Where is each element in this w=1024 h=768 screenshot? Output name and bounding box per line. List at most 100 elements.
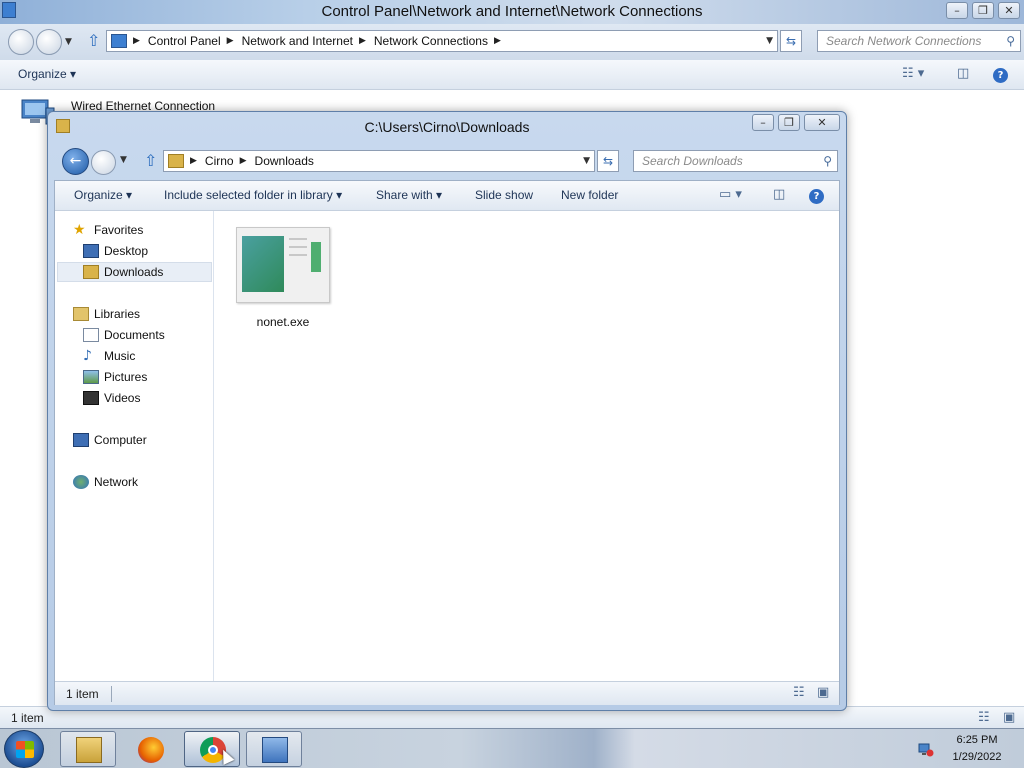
nav-label: Network xyxy=(94,475,139,489)
slide-show-button[interactable]: Slide show xyxy=(475,188,533,202)
nav-music[interactable]: ♪ Music xyxy=(83,346,135,366)
breadcrumb-network-and-internet[interactable]: Network and Internet xyxy=(242,34,353,48)
taskbar-control-panel[interactable] xyxy=(246,731,302,767)
address-row: ▼ ⇧ ▶ Control Panel ▶ Network and Intern… xyxy=(0,24,1024,60)
windows-logo-icon xyxy=(16,741,34,758)
downloads-folder-icon xyxy=(83,265,99,279)
nav-label: Downloads xyxy=(104,265,164,279)
close-button[interactable]: ✕ xyxy=(998,2,1020,19)
nav-documents[interactable]: Documents xyxy=(83,325,165,345)
search-placeholder: Search Downloads xyxy=(642,154,743,168)
network-status-icon[interactable] xyxy=(918,741,934,757)
nav-label: Videos xyxy=(104,391,141,405)
nav-computer[interactable]: Computer xyxy=(73,430,147,450)
videos-icon xyxy=(83,391,99,405)
refresh-icon: ⇆ xyxy=(785,34,797,48)
preview-pane-icon[interactable]: ◫ xyxy=(957,66,969,81)
start-button[interactable] xyxy=(4,730,44,768)
folder-icon xyxy=(168,154,184,168)
libraries-icon xyxy=(73,307,89,321)
breadcrumb-downloads[interactable]: Downloads xyxy=(255,154,314,168)
organize-menu[interactable]: Organize ▾ xyxy=(74,188,132,202)
change-view-icon[interactable]: ▭ ▾ xyxy=(719,187,742,202)
change-view-icon[interactable]: ☷ ▾ xyxy=(902,66,924,81)
recent-pages-dropdown[interactable]: ▼ xyxy=(65,37,72,47)
network-icon xyxy=(73,475,89,489)
explorer-content: Organize ▾ Include selected folder in li… xyxy=(54,180,840,705)
include-in-library-menu[interactable]: Include selected folder in library ▾ xyxy=(164,188,342,202)
breadcrumb-cirno[interactable]: Cirno xyxy=(205,154,234,168)
address-dropdown[interactable]: ▼ xyxy=(766,36,773,46)
taskbar-firefox[interactable] xyxy=(122,731,178,767)
back-arrow-icon: ← xyxy=(69,153,82,169)
nav-label: Favorites xyxy=(94,223,144,237)
share-with-menu[interactable]: Share with ▾ xyxy=(376,188,442,202)
address-dropdown[interactable]: ▼ xyxy=(583,156,590,166)
preview-pane-icon[interactable]: ◫ xyxy=(773,187,785,202)
help-icon[interactable]: ? xyxy=(993,68,1008,83)
maximize-button[interactable]: ❐ xyxy=(972,2,994,19)
taskbar-explorer[interactable] xyxy=(60,731,116,767)
refresh-button[interactable]: ⇆ xyxy=(597,150,619,172)
file-item[interactable]: nonet.exe xyxy=(231,227,335,329)
status-divider xyxy=(111,686,112,702)
address-bar[interactable]: ▶ Cirno ▶ Downloads ▼ xyxy=(163,150,595,172)
nav-favorites[interactable]: ★ Favorites xyxy=(73,220,143,240)
maximize-button[interactable]: ❐ xyxy=(778,114,800,131)
folder-icon xyxy=(76,737,102,763)
back-button[interactable]: ← xyxy=(62,148,89,175)
refresh-icon: ⇆ xyxy=(602,154,614,168)
nav-videos[interactable]: Videos xyxy=(83,388,140,408)
taskbar: 6:25 PM 1/29/2022 xyxy=(0,728,1024,768)
nav-label: Libraries xyxy=(94,307,141,321)
new-folder-button[interactable]: New folder xyxy=(561,188,618,202)
details-view-icon[interactable]: ☷ xyxy=(793,685,805,700)
item-count: 1 item xyxy=(66,687,99,701)
nav-pictures[interactable]: Pictures xyxy=(83,367,147,387)
minimize-button[interactable]: – xyxy=(946,2,968,19)
taskbar-chrome[interactable] xyxy=(184,731,240,767)
nav-libraries[interactable]: Libraries xyxy=(73,304,140,324)
breadcrumb-network-connections[interactable]: Network Connections xyxy=(374,34,488,48)
minimize-button[interactable]: – xyxy=(752,114,774,131)
chevron-right-icon: ▶ xyxy=(226,36,234,46)
address-bar[interactable]: ▶ Control Panel ▶ Network and Internet ▶… xyxy=(106,30,778,52)
chevron-right-icon: ▶ xyxy=(358,36,366,46)
command-bar: Organize ▾ Include selected folder in li… xyxy=(55,181,839,211)
navigation-pane: ★ Favorites Desktop Downloads Libraries … xyxy=(55,211,214,681)
title-bar[interactable]: Control Panel\Network and Internet\Netwo… xyxy=(0,0,1024,24)
nav-downloads[interactable]: Downloads xyxy=(57,262,212,282)
search-input[interactable]: Search Downloads ⚲ xyxy=(633,150,838,172)
help-icon[interactable]: ? xyxy=(809,189,824,204)
forward-button[interactable] xyxy=(36,29,62,55)
back-button[interactable] xyxy=(8,29,34,55)
nav-network[interactable]: Network xyxy=(73,472,138,492)
breadcrumb-control-panel[interactable]: Control Panel xyxy=(148,34,221,48)
clock-date[interactable]: 1/29/2022 xyxy=(938,751,1016,763)
forward-button[interactable] xyxy=(91,150,116,175)
large-icons-view-icon[interactable]: ▣ xyxy=(817,685,829,700)
chevron-right-icon: ▶ xyxy=(493,36,501,46)
refresh-button[interactable]: ⇆ xyxy=(780,30,802,52)
search-icon: ⚲ xyxy=(823,154,832,168)
recent-pages-dropdown[interactable]: ▼ xyxy=(120,155,127,165)
downloads-window: C:\Users\Cirno\Downloads – ❐ ✕ ← ▼ ⇧ ▶ C… xyxy=(47,111,847,711)
chevron-right-icon: ▶ xyxy=(190,156,197,166)
chevron-right-icon: ▶ xyxy=(239,156,247,166)
close-button[interactable]: ✕ xyxy=(804,114,840,131)
large-icons-view-icon[interactable]: ▣ xyxy=(1003,710,1015,725)
search-input[interactable]: Search Network Connections ⚲ xyxy=(817,30,1021,52)
control-panel-icon xyxy=(262,737,288,763)
details-view-icon[interactable]: ☷ xyxy=(978,710,990,725)
window-title: C:\Users\Cirno\Downloads xyxy=(364,119,530,135)
search-placeholder: Search Network Connections xyxy=(826,34,982,48)
clock-time[interactable]: 6:25 PM xyxy=(938,734,1016,746)
up-arrow-icon[interactable]: ⇧ xyxy=(87,31,100,50)
window-title: Control Panel\Network and Internet\Netwo… xyxy=(321,3,703,20)
title-bar[interactable]: C:\Users\Cirno\Downloads – ❐ ✕ xyxy=(48,112,846,142)
up-arrow-icon[interactable]: ⇧ xyxy=(144,151,157,170)
search-icon: ⚲ xyxy=(1006,34,1015,48)
nav-desktop[interactable]: Desktop xyxy=(83,241,148,261)
file-name: nonet.exe xyxy=(256,315,310,329)
organize-menu[interactable]: Organize ▾ xyxy=(18,67,76,81)
